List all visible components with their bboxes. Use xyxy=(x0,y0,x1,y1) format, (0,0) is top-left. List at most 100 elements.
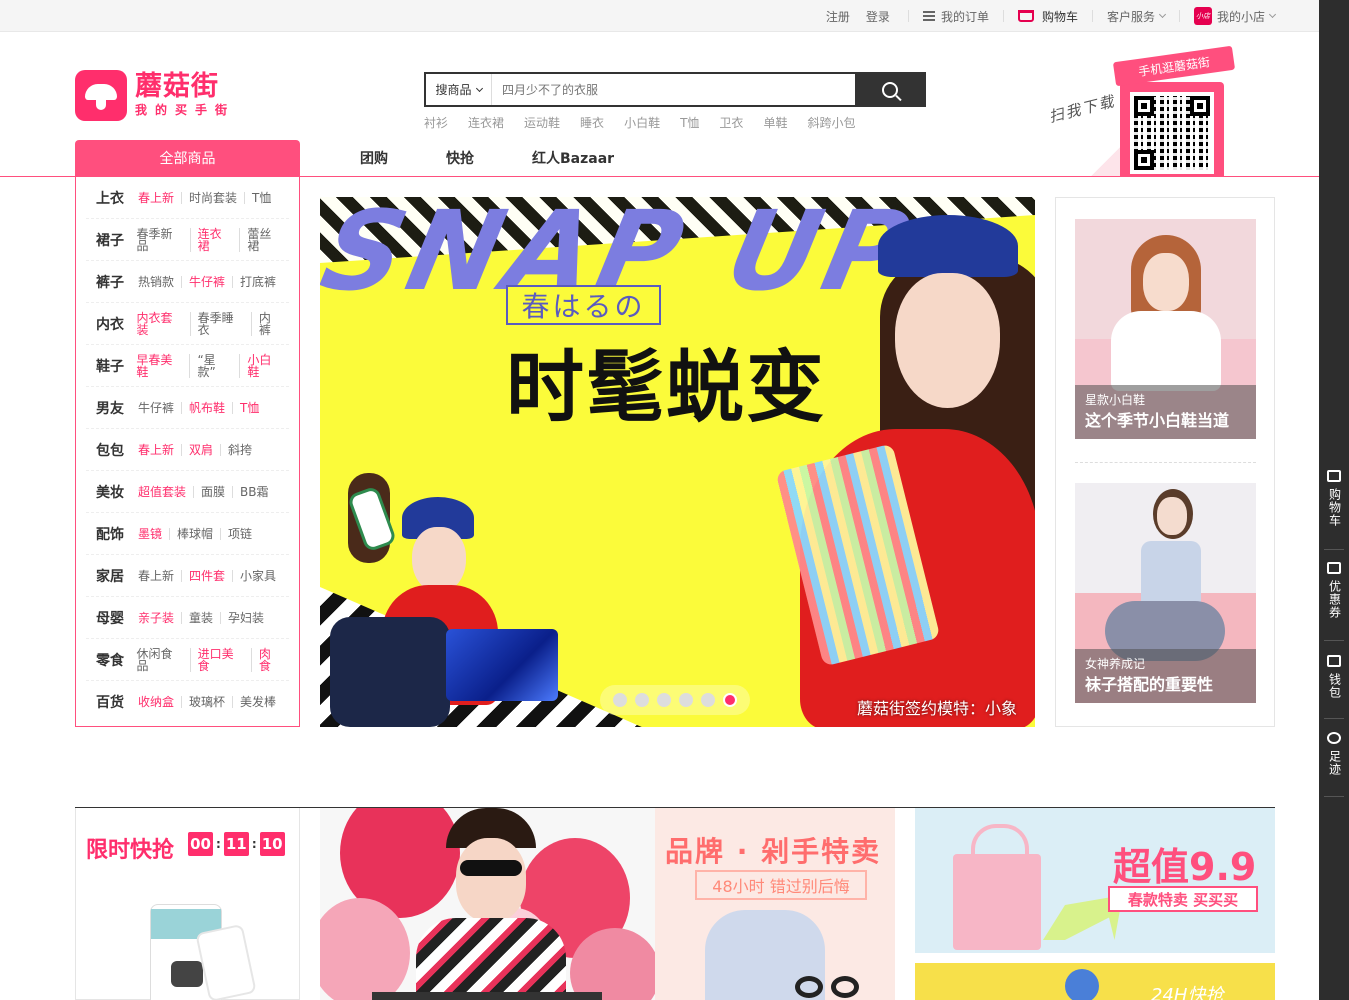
category-link[interactable]: 超值套装 xyxy=(138,486,193,498)
hotword-link[interactable]: 斜跨小包 xyxy=(807,114,855,131)
hotword-link[interactable]: 小白鞋 xyxy=(624,114,660,131)
nav-item-bazaar[interactable]: 红人Bazaar xyxy=(532,148,614,168)
category-link[interactable]: 四件套 xyxy=(181,569,232,582)
category-link[interactable]: 美发棒 xyxy=(232,696,283,708)
category-link[interactable]: 连衣裙 xyxy=(189,227,240,252)
brand-sale-banner[interactable]: 品牌 · 剁手特卖 48小时 错过别后悔 xyxy=(320,808,895,1000)
category-link[interactable]: 春上新 xyxy=(138,192,181,204)
hotword-link[interactable]: 单鞋 xyxy=(763,114,787,131)
my-shop-link[interactable]: 小店 我的小店 xyxy=(1193,7,1277,25)
category-name[interactable]: 鞋子 xyxy=(96,356,136,376)
hotword-link[interactable]: 卫衣 xyxy=(719,114,743,131)
carousel-dot[interactable] xyxy=(657,693,671,707)
category-name[interactable]: 配饰 xyxy=(96,524,138,544)
category-link[interactable]: 帆布鞋 xyxy=(181,401,232,414)
all-products-tab[interactable]: 全部商品 xyxy=(75,140,300,176)
category-link[interactable]: BB霜 xyxy=(232,485,275,498)
category-link[interactable]: 项链 xyxy=(220,527,259,540)
search-scope-select[interactable]: 搜商品 xyxy=(426,74,492,105)
toolbar-coupon[interactable]: 优惠券 xyxy=(1319,562,1349,619)
hotword-link[interactable]: 运动鞋 xyxy=(524,114,560,131)
category-link[interactable]: 牛仔裤 xyxy=(138,402,181,414)
brand-sale-subtitle: 48小时 错过别后悔 xyxy=(695,870,867,900)
search-button[interactable] xyxy=(855,73,925,106)
category-name[interactable]: 零食 xyxy=(96,650,136,670)
category-link[interactable]: T恤 xyxy=(244,191,278,204)
category-name[interactable]: 包包 xyxy=(96,440,138,460)
timer-seconds: 10 xyxy=(259,832,285,856)
search-input[interactable] xyxy=(492,74,855,105)
carousel-dot[interactable] xyxy=(613,693,627,707)
category-link[interactable]: 热销款 xyxy=(138,276,181,288)
app-download-qr[interactable]: 扫我下载 手机逛蘑菇街 xyxy=(1040,42,1280,176)
carousel-dot-active[interactable] xyxy=(723,693,737,707)
quick-sale-banner[interactable]: 24H快抢 xyxy=(915,963,1275,1000)
category-name[interactable]: 母婴 xyxy=(96,608,138,628)
category-link[interactable]: “星款” xyxy=(189,353,239,378)
category-row: 裙子 春季新品 连衣裙 蕾丝裙 xyxy=(86,219,289,261)
category-link[interactable]: 孕妇装 xyxy=(220,611,271,624)
nav-item-flash-sale[interactable]: 快抢 xyxy=(446,148,474,168)
category-name[interactable]: 家居 xyxy=(96,566,138,586)
flash-sale-card[interactable]: 限时快抢 00: 11: 10 xyxy=(75,808,300,1000)
category-link[interactable]: 进口美食 xyxy=(189,647,251,672)
category-link[interactable]: 棒球帽 xyxy=(169,527,220,540)
carousel-dot[interactable] xyxy=(635,693,649,707)
promo-card[interactable]: 星款小白鞋 这个季节小白鞋当道 xyxy=(1075,219,1256,439)
category-link[interactable]: 内裤 xyxy=(250,311,289,336)
carousel-dot[interactable] xyxy=(679,693,693,707)
category-name[interactable]: 美妆 xyxy=(96,482,138,502)
hotword-link[interactable]: 连衣裙 xyxy=(468,114,504,131)
toolbar-wallet[interactable]: 钱包 xyxy=(1319,655,1349,699)
category-link[interactable]: 亲子装 xyxy=(138,612,181,624)
toolbar-cart[interactable]: 购物车 xyxy=(1319,470,1349,527)
hotword-link[interactable]: 衬衫 xyxy=(424,114,448,131)
category-link[interactable]: 墨镜 xyxy=(138,528,169,540)
category-name[interactable]: 男友 xyxy=(96,398,138,418)
banner-tag: 春はるの xyxy=(506,285,661,325)
category-link[interactable]: 斜挎 xyxy=(220,443,259,456)
site-logo[interactable]: 蘑菇街 我的买手街 xyxy=(75,69,235,121)
category-link[interactable]: 牛仔裤 xyxy=(181,275,232,288)
category-link[interactable]: 春上新 xyxy=(138,570,181,582)
category-link[interactable]: 小白鞋 xyxy=(239,353,289,378)
qr-code-image xyxy=(1130,92,1214,174)
category-link[interactable]: 内衣套装 xyxy=(136,312,189,336)
value-sale-banner[interactable]: 超值9.9 春款特卖 买买买 xyxy=(915,808,1275,953)
category-link[interactable]: 收纳盒 xyxy=(138,696,181,708)
carousel-dot[interactable] xyxy=(701,693,715,707)
my-orders-link[interactable]: 我的订单 xyxy=(922,8,989,25)
category-name[interactable]: 上衣 xyxy=(96,188,138,208)
category-link[interactable]: 打底裤 xyxy=(232,275,283,288)
category-link[interactable]: T恤 xyxy=(232,401,266,414)
category-link[interactable]: 玻璃杯 xyxy=(181,696,232,708)
hero-banner[interactable]: SNAP UP 春はるの 时髦蜕变 蘑菇街签约模特：小象 xyxy=(320,197,1035,727)
customer-service-link[interactable]: 客户服务 xyxy=(1107,8,1167,25)
category-name[interactable]: 裤子 xyxy=(96,272,138,292)
category-link[interactable]: 双肩 xyxy=(181,443,220,456)
category-link[interactable]: 肉食 xyxy=(250,647,289,672)
login-link[interactable]: 登录 xyxy=(866,8,890,25)
hotword-link[interactable]: T恤 xyxy=(680,114,699,131)
category-name[interactable]: 内衣 xyxy=(96,314,136,334)
category-link[interactable]: 时尚套装 xyxy=(181,191,244,204)
category-link[interactable]: 春季睡衣 xyxy=(189,311,251,336)
category-link[interactable]: 童装 xyxy=(181,611,220,624)
promo-card[interactable]: 女神养成记 袜子搭配的重要性 xyxy=(1075,483,1256,703)
cart-link[interactable]: 购物车 xyxy=(1017,8,1078,25)
category-link[interactable]: 早春美鞋 xyxy=(136,354,189,378)
category-row: 百货 收纳盒 玻璃杯 美发棒 xyxy=(86,681,289,723)
category-link[interactable]: 蕾丝裙 xyxy=(239,227,289,252)
toolbar-footprint[interactable]: 足迹 xyxy=(1319,732,1349,776)
category-name[interactable]: 裙子 xyxy=(96,230,136,250)
category-link[interactable]: 春上新 xyxy=(138,444,181,456)
category-link[interactable]: 小家具 xyxy=(232,569,283,582)
category-link[interactable]: 休闲食品 xyxy=(136,648,189,672)
register-link[interactable]: 注册 xyxy=(826,8,850,25)
hotword-link[interactable]: 睡衣 xyxy=(580,114,604,131)
category-link[interactable]: 面膜 xyxy=(193,485,232,498)
category-name[interactable]: 百货 xyxy=(96,692,138,712)
nav-item-group-buy[interactable]: 团购 xyxy=(360,148,388,168)
category-link[interactable]: 春季新品 xyxy=(136,228,189,252)
category-row: 裤子 热销款 牛仔裤 打底裤 xyxy=(86,261,289,303)
